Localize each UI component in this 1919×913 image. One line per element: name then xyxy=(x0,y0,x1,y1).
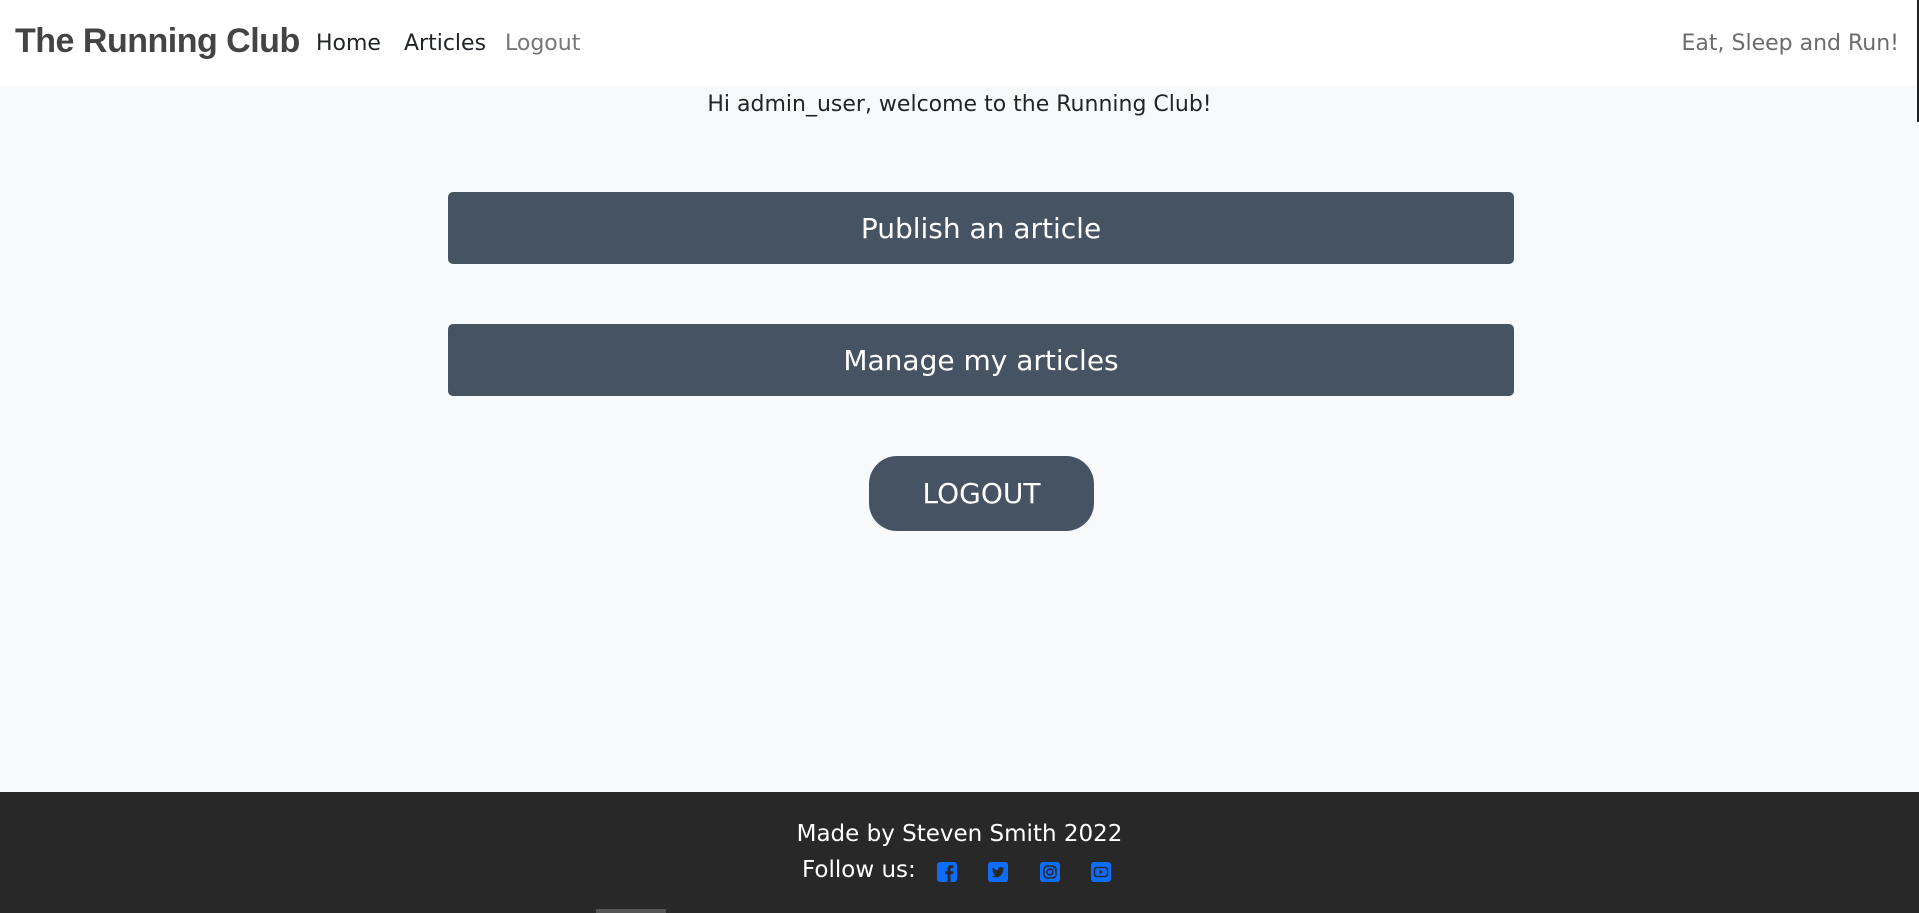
nav-link-logout[interactable]: Logout xyxy=(505,31,580,56)
facebook-icon[interactable] xyxy=(935,860,959,884)
follow-us-label: Follow us: xyxy=(802,857,916,883)
logout-button[interactable]: LOGOUT xyxy=(869,456,1094,531)
nav-link-home[interactable]: Home xyxy=(316,31,381,56)
youtube-icon[interactable] xyxy=(1089,860,1113,884)
tagline: Eat, Sleep and Run! xyxy=(1681,31,1900,56)
footer: Made by Steven Smith 2022 Follow us: xyxy=(0,792,1919,913)
brand-title[interactable]: The Running Club xyxy=(15,22,300,61)
publish-article-button[interactable]: Publish an article xyxy=(448,192,1514,264)
twitter-icon[interactable] xyxy=(986,860,1010,884)
instagram-icon[interactable] xyxy=(1038,860,1062,884)
welcome-message: Hi admin_user, welcome to the Running Cl… xyxy=(707,92,1212,117)
bottom-scroll-indicator xyxy=(596,909,666,913)
navbar: The Running Club Home Articles Logout Ea… xyxy=(0,0,1919,86)
nav-link-articles[interactable]: Articles xyxy=(404,31,486,56)
footer-credit: Made by Steven Smith 2022 xyxy=(796,821,1123,847)
manage-articles-button[interactable]: Manage my articles xyxy=(448,324,1514,396)
